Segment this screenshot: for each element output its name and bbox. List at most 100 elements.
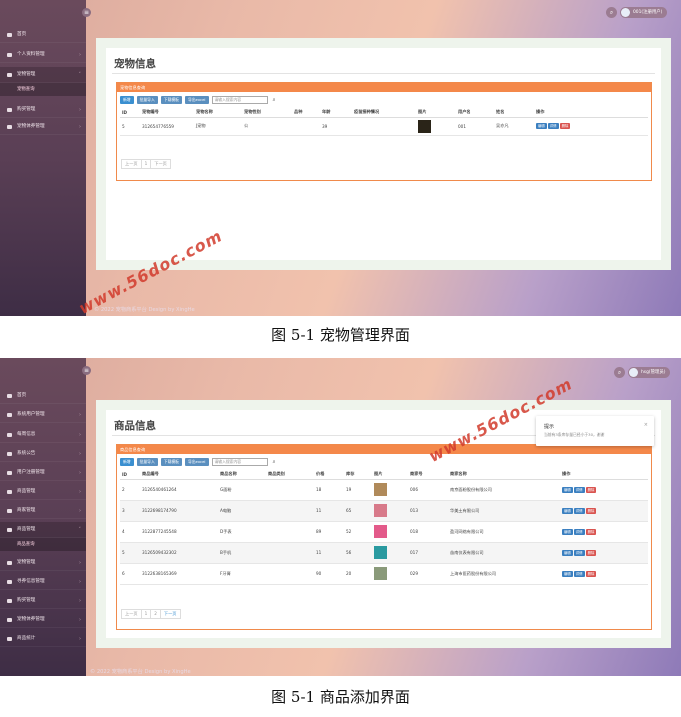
cell-code: 3126509432302 [140, 542, 218, 564]
edit-button[interactable]: 编辑 [536, 123, 547, 129]
export-button[interactable]: 导出excel [184, 458, 209, 466]
list-icon [7, 452, 12, 456]
topbar-user-area: ⌕ 001(注册用户) [606, 6, 668, 18]
pet-thumbnail[interactable] [418, 119, 431, 133]
search-icon[interactable]: ⌕ [271, 96, 278, 104]
sidebar-item-label: 用户注册管理 [17, 470, 45, 475]
sidebar-item-purchase[interactable]: 购买管理 › [0, 593, 86, 609]
delete-button[interactable]: 删除 [585, 507, 597, 514]
sidebar-item-pets[interactable]: 宠物管理 ˅ [0, 67, 86, 83]
import-button[interactable]: 批量导入 [136, 458, 158, 466]
col-id: ID [120, 108, 140, 118]
edit-button[interactable]: 编辑 [562, 528, 573, 535]
goods-thumbnail[interactable] [374, 525, 387, 538]
delete-button[interactable]: 删除 [585, 528, 597, 535]
notification-toast: 提示 当前有3条库存量已经小于30，谢谢 × [536, 416, 654, 446]
sidebar-item-pet-care[interactable]: 宠物体养管理 › [0, 119, 86, 135]
cell-price: 18 [314, 479, 344, 501]
cell-name: F牙膏 [218, 563, 266, 585]
sidebar-item-system-users[interactable]: 系统用户管理 › [0, 407, 86, 423]
detail-button[interactable]: 详情 [573, 549, 585, 556]
sidebar-item-pets[interactable]: 宠物管理 › [0, 555, 86, 571]
cell-breed [292, 117, 320, 136]
content-area: 宠物信息 宠物信息查询 新增 批量导入 下载模板 导出excel 请输入搜索内容… [96, 38, 671, 270]
detail-button[interactable]: 详情 [573, 507, 585, 514]
close-icon[interactable]: × [644, 422, 648, 428]
list-icon [7, 509, 12, 513]
menu-toggle-icon[interactable]: ≡ [82, 8, 91, 17]
cell-actions: 编辑 详情 删除 [560, 479, 648, 501]
cell-actions: 编辑 详情 删除 [560, 542, 648, 564]
cell-image [372, 479, 408, 501]
goods-thumbnail[interactable] [374, 504, 387, 517]
chevron-right-icon: › [79, 489, 81, 495]
cell-vaccine [352, 117, 416, 136]
edit-button[interactable]: 编辑 [562, 549, 573, 556]
download-template-button[interactable]: 下载模板 [160, 96, 182, 104]
delete-button[interactable]: 删除 [585, 486, 597, 493]
next-page-button[interactable]: 下一页 [150, 159, 171, 169]
menu-toggle-icon[interactable]: ≡ [82, 366, 91, 375]
detail-button[interactable]: 详情 [573, 528, 585, 535]
user-icon [7, 413, 12, 417]
sidebar-item-label: 商家管理 [17, 508, 36, 513]
download-template-button[interactable]: 下载模板 [160, 458, 182, 466]
sidebar-subitem-goods-query[interactable]: 商品查询 [0, 538, 86, 551]
sidebar-item-pet-care[interactable]: 宠物体养管理 › [0, 612, 86, 628]
search-input[interactable]: 请输入搜索内容 [211, 458, 268, 466]
goods-thumbnail[interactable] [374, 567, 387, 580]
list-icon [7, 580, 12, 584]
search-icon[interactable]: ⌕ [271, 458, 278, 466]
cell-shop-name: 华美土有限公司 [448, 500, 560, 522]
cell-shop-name: 盈河网络有限公司 [448, 521, 560, 543]
delete-button[interactable]: 删除 [585, 570, 597, 577]
sidebar-item-home[interactable]: 首页 [0, 388, 86, 404]
sidebar-item-profile[interactable]: 个人资料管理 › [0, 47, 86, 63]
figure-caption: 图 5-1 商品添加界面 [271, 688, 410, 706]
col-shop-name: 商家名称 [448, 470, 560, 480]
search-input[interactable]: 请输入搜索内容 [211, 96, 268, 104]
prev-page-button[interactable]: 上一页 [121, 609, 142, 619]
cell-id: 3 [120, 500, 140, 522]
delete-button[interactable]: 删除 [559, 123, 571, 129]
add-button[interactable]: 新增 [120, 458, 134, 466]
goods-thumbnail[interactable] [374, 483, 387, 496]
sidebar-item-weekly-info[interactable]: 每周信息 › [0, 427, 86, 443]
sidebar-item-statistics[interactable]: 商品统计 › [0, 631, 86, 647]
pagination: 上一页 1 2 下一页 [121, 609, 181, 619]
sidebar: ≡ 首页 个人资料管理 › 宠物管理 ˅ 宠物查询 购买管理 › 宠物体养管理 › [0, 0, 91, 316]
list-icon [7, 490, 12, 494]
search-icon[interactable]: ⌕ [614, 366, 625, 378]
sidebar-item-goods[interactable]: 商品管理 ˅ [0, 522, 86, 538]
cell-shop-name: 上海市医药股份有限公司 [448, 563, 560, 585]
sidebar-item-foster[interactable]: 寻养信息管理 › [0, 574, 86, 590]
sidebar-item-purchase[interactable]: 购买管理 › [0, 102, 86, 118]
export-button[interactable]: 导出excel [184, 96, 209, 104]
add-button[interactable]: 新增 [120, 96, 134, 104]
user-menu[interactable]: 001(注册用户) [620, 6, 668, 18]
detail-button[interactable]: 详情 [573, 570, 585, 577]
edit-button[interactable]: 编辑 [562, 507, 573, 514]
next-page-button[interactable]: 下一页 [159, 609, 181, 619]
edit-button[interactable]: 编辑 [562, 570, 573, 577]
sidebar-subitem-pet-query[interactable]: 宠物查询 [0, 83, 86, 96]
detail-button[interactable]: 详情 [573, 486, 585, 493]
detail-button[interactable]: 详情 [547, 123, 559, 129]
cell-shop-no: 018 [408, 521, 448, 543]
sidebar-item-registration[interactable]: 用户注册管理 › [0, 465, 86, 481]
sidebar-item-merchants[interactable]: 商家管理 › [0, 503, 86, 519]
sidebar-item-home[interactable]: 首页 [0, 27, 86, 43]
chevron-right-icon: › [79, 579, 81, 585]
prev-page-button[interactable]: 上一页 [121, 159, 142, 169]
goods-thumbnail[interactable] [374, 546, 387, 559]
sidebar-item-goods-a[interactable]: 商品管理 › [0, 484, 86, 500]
user-menu[interactable]: hsg(管理员) [628, 366, 671, 378]
sidebar-item-announcement[interactable]: 系统公告 › [0, 446, 86, 462]
import-button[interactable]: 批量导入 [136, 96, 158, 104]
delete-button[interactable]: 删除 [585, 549, 597, 556]
chevron-right-icon: › [79, 470, 81, 476]
cell-id: 4 [120, 521, 140, 543]
search-icon[interactable]: ⌕ [606, 6, 617, 18]
col-price: 价格 [314, 470, 344, 480]
edit-button[interactable]: 编辑 [562, 486, 573, 493]
